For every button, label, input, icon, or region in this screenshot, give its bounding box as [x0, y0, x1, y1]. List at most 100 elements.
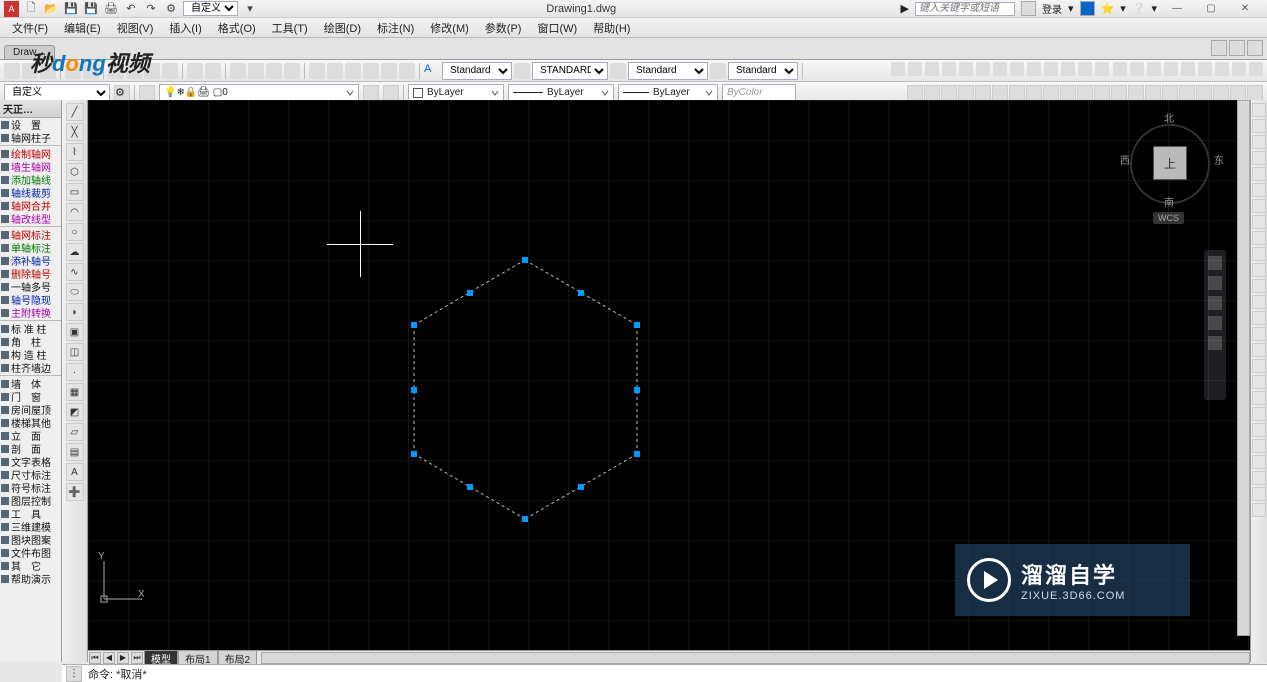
vertical-scrollbar[interactable] [1237, 100, 1250, 636]
layer-state-icon[interactable] [383, 85, 399, 101]
dim-ord-icon[interactable] [958, 85, 974, 101]
search-input[interactable] [915, 2, 1015, 16]
spline-icon[interactable]: ∿ [66, 263, 84, 281]
rb-21-icon[interactable] [1252, 423, 1266, 437]
matchprop-icon[interactable] [162, 63, 178, 79]
qat-print-icon[interactable]: 🖨 [103, 1, 119, 17]
tz-item[interactable]: 轴网合并 [0, 199, 61, 212]
workspace-select-2[interactable]: 自定义 [4, 84, 110, 102]
drawing-canvas[interactable]: Y X 上 北 南 西 东 WCS 溜溜自学 ZIXUE.3D66.COM [88, 100, 1250, 650]
dim-linear-icon[interactable] [907, 85, 923, 101]
tz-item[interactable]: 轴改线型 [0, 212, 61, 225]
grip[interactable] [522, 516, 528, 522]
revcloud-icon[interactable]: ☁ [66, 243, 84, 261]
tz-item[interactable]: 文件布图 [0, 546, 61, 559]
rb-8-icon[interactable] [1252, 215, 1266, 229]
grip[interactable] [522, 257, 528, 263]
help-icon[interactable]: ❔ [1132, 2, 1146, 15]
arc-icon[interactable]: ◠ [66, 203, 84, 221]
dimstyle-icon[interactable] [514, 63, 530, 79]
toolpalette-icon[interactable] [345, 63, 361, 79]
menu-dimension[interactable]: 标注(N) [371, 20, 420, 36]
grip[interactable] [634, 322, 640, 328]
tablestyle-select[interactable]: Standard [628, 62, 708, 80]
tab-restore-button[interactable] [1229, 40, 1245, 56]
grip[interactable] [467, 290, 473, 296]
nav-zoom-icon[interactable] [1208, 296, 1222, 310]
tz-item[interactable]: 文字表格 [0, 455, 61, 468]
textstyle-icon[interactable]: A [424, 63, 440, 79]
tz-item[interactable]: 帮助演示 [0, 572, 61, 585]
mod-copy-icon[interactable] [908, 62, 922, 76]
block-icon[interactable]: ◫ [66, 343, 84, 361]
maximize-button[interactable]: ▢ [1197, 1, 1225, 17]
tz-item[interactable]: 轴号隐现 [0, 293, 61, 306]
mod-offset-icon[interactable] [942, 62, 956, 76]
grip[interactable] [411, 322, 417, 328]
open-icon[interactable] [22, 63, 38, 79]
tz-item[interactable]: 墙 体 [0, 377, 61, 390]
polyline-icon[interactable]: ⌇ [66, 143, 84, 161]
menu-edit[interactable]: 编辑(E) [58, 20, 107, 36]
login-dropdown-icon[interactable]: ▾ [1068, 2, 1074, 15]
rb-19-icon[interactable] [1252, 391, 1266, 405]
help-dropdown-icon[interactable]: ▾ [1120, 2, 1126, 15]
tab-minimize-button[interactable] [1211, 40, 1227, 56]
mod-17-icon[interactable] [1164, 62, 1178, 76]
tz-item[interactable]: 门 窗 [0, 390, 61, 403]
plotstyle-combo[interactable]: ByColor [722, 84, 796, 102]
mod-array-icon[interactable] [959, 62, 973, 76]
rb-17-icon[interactable] [1252, 359, 1266, 373]
rb-25-icon[interactable] [1252, 487, 1266, 501]
textstyle-select[interactable]: Standard [442, 62, 512, 80]
polygon-icon[interactable]: ⬡ [66, 163, 84, 181]
qat-undo-icon[interactable]: ↶ [123, 1, 139, 17]
layer-prev-icon[interactable] [363, 85, 379, 101]
designcenter-icon[interactable] [327, 63, 343, 79]
menu-format[interactable]: 格式(O) [212, 20, 262, 36]
insert-icon[interactable]: ▣ [66, 323, 84, 341]
tz-item[interactable]: 标 准 柱 [0, 322, 61, 335]
rb-12-icon[interactable] [1252, 279, 1266, 293]
layer-combo[interactable]: 💡❄🔒🖨 ▢ 0 [159, 84, 359, 102]
gradient-icon[interactable]: ◩ [66, 403, 84, 421]
rb-23-icon[interactable] [1252, 455, 1266, 469]
menu-view[interactable]: 视图(V) [111, 20, 160, 36]
mod-stretch-icon[interactable] [1027, 62, 1041, 76]
tz-item[interactable]: 房间屋顶 [0, 403, 61, 416]
dim-tedit-icon[interactable] [1213, 85, 1229, 101]
rb-9-icon[interactable] [1252, 231, 1266, 245]
dim-update-icon[interactable] [1230, 85, 1246, 101]
tz-item[interactable]: 柱齐墙边 [0, 361, 61, 374]
tz-item[interactable]: 角 柱 [0, 335, 61, 348]
dimstyle-select[interactable]: STANDARD [532, 62, 608, 80]
cut-icon[interactable] [108, 63, 124, 79]
rb-2-icon[interactable] [1252, 119, 1266, 133]
mod-join-icon[interactable] [1095, 62, 1109, 76]
sheetset-icon[interactable] [363, 63, 379, 79]
tz-item[interactable]: 剖 面 [0, 442, 61, 455]
dim-21-icon[interactable] [1247, 85, 1263, 101]
grip[interactable] [578, 290, 584, 296]
tz-item[interactable]: 一轴多号 [0, 280, 61, 293]
pan-icon[interactable] [230, 63, 246, 79]
rb-20-icon[interactable] [1252, 407, 1266, 421]
dim-space-icon[interactable] [1094, 85, 1110, 101]
region-icon[interactable]: ▱ [66, 423, 84, 441]
tz-item[interactable]: 墙生轴网 [0, 160, 61, 173]
menu-file[interactable]: 文件(F) [6, 20, 54, 36]
command-line[interactable]: ⋮ 命令: *取消* [62, 664, 1267, 682]
menu-tools[interactable]: 工具(T) [266, 20, 314, 36]
tz-item[interactable]: 立 面 [0, 429, 61, 442]
rb-26-icon[interactable] [1252, 503, 1266, 517]
infocenter-icon[interactable] [1021, 1, 1036, 16]
qat-new-icon[interactable]: 🗋 [23, 1, 39, 17]
tz-item[interactable]: 图块图案 [0, 533, 61, 546]
tz-item[interactable]: 轴线裁剪 [0, 186, 61, 199]
mod-extend-icon[interactable] [1061, 62, 1075, 76]
addsel-icon[interactable]: ➕ [66, 483, 84, 501]
tz-item[interactable]: 尺寸标注 [0, 468, 61, 481]
tz-item[interactable]: 图层控制 [0, 494, 61, 507]
tz-item[interactable]: 添加轴线 [0, 173, 61, 186]
mod-mirror-icon[interactable] [925, 62, 939, 76]
